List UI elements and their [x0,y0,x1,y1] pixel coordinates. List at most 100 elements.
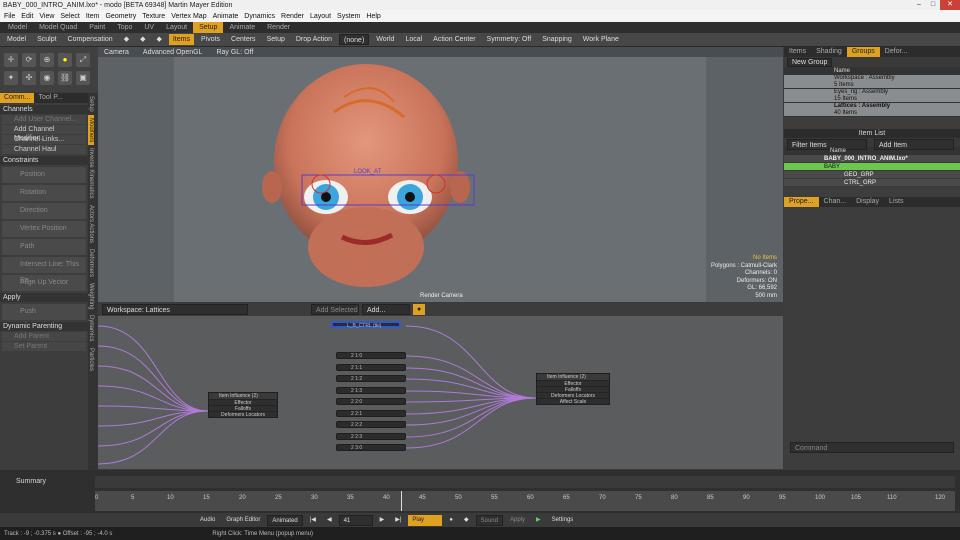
tab-uv[interactable]: UV [138,22,160,33]
baby-row[interactable]: BABY [784,163,960,171]
lattice-node[interactable]: 2 2:3 [336,433,406,440]
move-tool-icon[interactable]: ✛ [4,53,18,67]
settings-button[interactable]: Settings [548,515,578,526]
channel-links-button[interactable]: Channel Links... [2,135,86,144]
go-end-icon[interactable]: ▶| [391,515,405,526]
transform-tool-icon[interactable]: ⤢ [76,53,90,67]
3d-viewport[interactable]: Camera Advanced OpenGL Ray GL: Off LOOK_… [98,47,783,302]
items-button[interactable]: Items [168,34,194,45]
menu-render[interactable]: Render [281,13,304,20]
tab-animate[interactable]: Animate [223,22,261,33]
tab-shading[interactable]: Shading [811,47,847,57]
vtab-setup[interactable]: Setup [88,93,94,115]
setup-button[interactable]: Setup [263,34,289,45]
vtab-weighting[interactable]: Weighting [88,280,94,313]
tab-setup[interactable]: Setup [193,22,224,33]
menu-select[interactable]: Select [60,13,79,20]
push-button[interactable]: Push [2,304,86,320]
render-area[interactable]: LOOK_AT [174,57,706,302]
section-apply[interactable]: Apply [0,293,88,302]
vtab-dynamics[interactable]: Dynamics [88,312,94,344]
prev-key-icon[interactable]: ◀ [323,515,336,526]
intersect-line-constraint-button[interactable]: Intersect Line: This Re... [2,257,86,284]
menu-item[interactable]: Item [86,13,100,20]
node-port-deformers[interactable]: Deformers Locators [209,411,277,418]
audio-button[interactable]: Audio [196,515,219,526]
set-parent-select[interactable]: Set Parent [2,342,86,351]
vertices-select-icon[interactable]: ◆ [120,34,133,45]
go-start-icon[interactable]: |◀ [306,515,320,526]
tab-topo[interactable]: Topo [111,22,138,33]
tab-layout[interactable]: Layout [160,22,193,33]
group-row-eyes-rig[interactable]: Eyes_rig : Assembly 15 Items [784,89,960,103]
schematic-view[interactable]: L_B_CTRL (tki) Item Influence (2) Effect… [98,316,783,469]
workspace-dropdown[interactable]: Workspace: Lattices [102,304,248,315]
add-channel-modifier-button[interactable]: Add Channel Modifier... [2,125,86,142]
direction-constraint-button[interactable]: Direction [2,203,86,219]
world-button[interactable]: World [372,34,398,45]
position-constraint-button[interactable]: Position [2,167,86,183]
tab-model[interactable]: Model [2,22,33,33]
lattice-node[interactable]: 2 1:2 [336,375,406,382]
camera-tool-icon[interactable]: ▣ [76,71,90,85]
rotate-tool-icon[interactable]: ⟳ [22,53,36,67]
centers-button[interactable]: Centers [227,34,260,45]
align-up-vector-button[interactable]: Align Up Vector [2,275,86,291]
frame-input[interactable]: 41 [338,514,373,526]
tab-tool-properties[interactable]: Tool P... [34,93,66,103]
play-green-icon[interactable]: ▶ [532,515,545,526]
lattice-node[interactable]: 2 3:0 [336,444,406,451]
edges-select-icon[interactable]: ◆ [136,34,149,45]
light-icon[interactable]: ● [58,53,72,67]
tab-render[interactable]: Render [261,22,296,33]
tab-lists[interactable]: Lists [884,197,908,207]
node-port-affect-scale[interactable]: Affect Scale [537,398,609,405]
lattice-node[interactable]: 2 1:0 [336,352,406,359]
graph-editor-button[interactable]: Graph Editor [222,515,264,526]
new-group-button[interactable]: New Group [787,58,833,67]
viewport-camera-dropdown[interactable]: Camera [104,49,129,56]
record-icon[interactable]: ● [445,515,457,526]
rotation-constraint-button[interactable]: Rotation [2,185,86,201]
snapping-button[interactable]: Snapping [538,34,576,45]
sculpt-mode-button[interactable]: Sculpt [33,34,60,45]
lattice-node[interactable]: 2 1:1 [336,364,406,371]
menu-geometry[interactable]: Geometry [105,13,136,20]
tab-groups[interactable]: Groups [846,47,880,57]
menu-layout[interactable]: Layout [310,13,331,20]
vtab-particles[interactable]: Particles [88,345,94,374]
vertex-position-constraint-button[interactable]: Vertex Position [2,221,86,237]
work-plane-dropdown[interactable]: Work Plane [579,34,623,45]
command-input[interactable]: Command [790,442,954,453]
tab-deformers[interactable]: Defor... [880,47,913,57]
ctrl-grp-row[interactable]: CTRL_GRP [784,179,960,187]
local-button[interactable]: Local [401,34,426,45]
path-constraint-button[interactable]: Path [2,239,86,255]
tab-items[interactable]: Items [784,47,811,57]
menu-texture[interactable]: Texture [142,13,165,20]
menu-vertex-map[interactable]: Vertex Map [171,13,206,20]
tab-properties[interactable]: Prope... [784,197,819,207]
schematic-toggle-icon[interactable]: ● [413,304,426,315]
add-node-dropdown[interactable]: Add... [362,304,410,315]
vtab-actors-actions[interactable]: Actors Actions [88,202,94,246]
lattice-node[interactable]: 2 2:0 [336,398,406,405]
vtab-deformers[interactable]: Deformers [88,246,94,280]
timeline-ruler[interactable]: 0 5 10 15 20 25 30 35 40 45 50 55 60 65 … [95,491,955,511]
chain-icon[interactable]: ⛓ [58,71,72,85]
pivots-button[interactable]: Pivots [197,34,224,45]
scale-tool-icon[interactable]: ⊕ [40,53,54,67]
joint-icon[interactable]: ✣ [22,71,36,85]
animated-dropdown[interactable]: Animated [267,514,303,526]
viewport-shading-dropdown[interactable]: Advanced OpenGL [143,49,203,56]
sound-dropdown[interactable]: Sound [475,514,503,526]
drop-action-select[interactable]: (none) [339,34,370,45]
dopesheet-track[interactable] [95,476,955,488]
next-key-icon[interactable]: ▶ [376,515,389,526]
lattice-node[interactable]: 2 1:3 [336,387,406,394]
menu-dynamics[interactable]: Dynamics [244,13,275,20]
play-button[interactable]: Play [408,514,443,526]
menu-help[interactable]: Help [366,13,380,20]
model-mode-button[interactable]: Model [3,34,30,45]
section-dynamic-parenting[interactable]: Dynamic Parenting [0,322,88,331]
